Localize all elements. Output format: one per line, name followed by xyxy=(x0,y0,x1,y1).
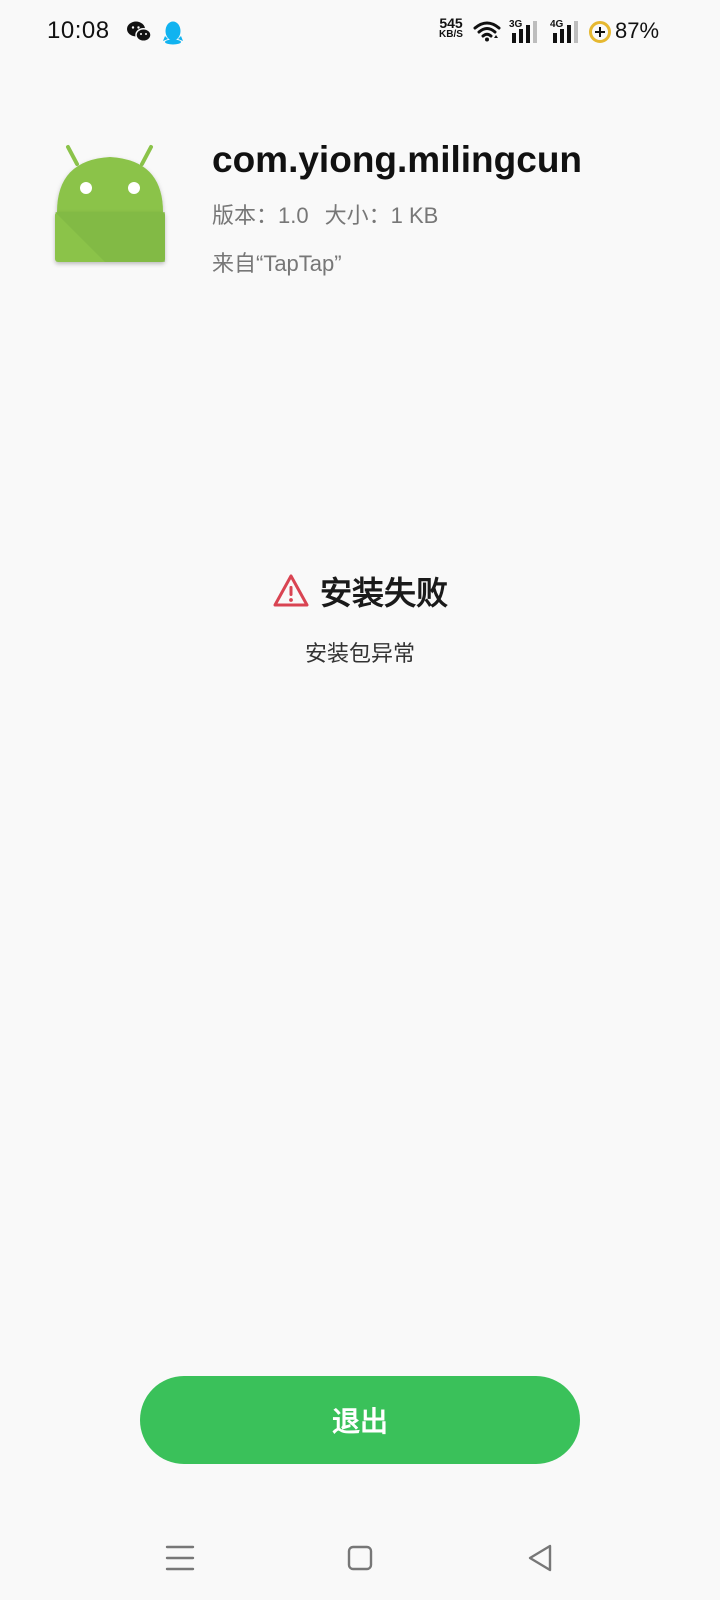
app-version: 版本：1.0 xyxy=(212,203,309,228)
package-installer-screen: 10:08 545 KB/S 3G 4G 87% com.yiong.milin… xyxy=(0,0,720,1600)
back-icon[interactable] xyxy=(520,1538,560,1578)
app-source: 来自“TapTap” xyxy=(212,251,342,276)
status-bar: 10:08 545 KB/S 3G 4G 87% xyxy=(0,0,720,64)
install-result-title: 安装失败 xyxy=(319,575,448,611)
qq-icon xyxy=(163,21,183,45)
warning-icon xyxy=(273,574,309,607)
exit-button[interactable]: 退出 xyxy=(140,1376,580,1464)
app-package-name: com.yiong.milingcun xyxy=(212,139,583,180)
app-meta: 版本：1.0 大小：1 KB xyxy=(212,198,438,230)
wifi-icon xyxy=(473,21,501,42)
home-icon[interactable] xyxy=(340,1538,380,1578)
signal-icon xyxy=(512,21,537,43)
network-speed-value: 545 xyxy=(439,15,463,31)
install-result-message: 安装包异常 xyxy=(304,641,415,666)
network-speed: 545 KB/S xyxy=(434,15,468,41)
network-speed-unit: KB/S xyxy=(439,29,463,40)
app-size: 大小：1 KB xyxy=(324,203,439,228)
battery-percent: 87% xyxy=(615,18,660,43)
wechat-icon xyxy=(127,21,152,43)
status-time: 10:08 xyxy=(47,17,110,44)
menu-icon[interactable] xyxy=(160,1538,200,1578)
battery-saver-icon xyxy=(589,21,611,43)
install-result: 安装失败 xyxy=(0,568,720,614)
android-default-icon xyxy=(55,145,165,262)
signal-icon-sim2 xyxy=(553,21,578,43)
